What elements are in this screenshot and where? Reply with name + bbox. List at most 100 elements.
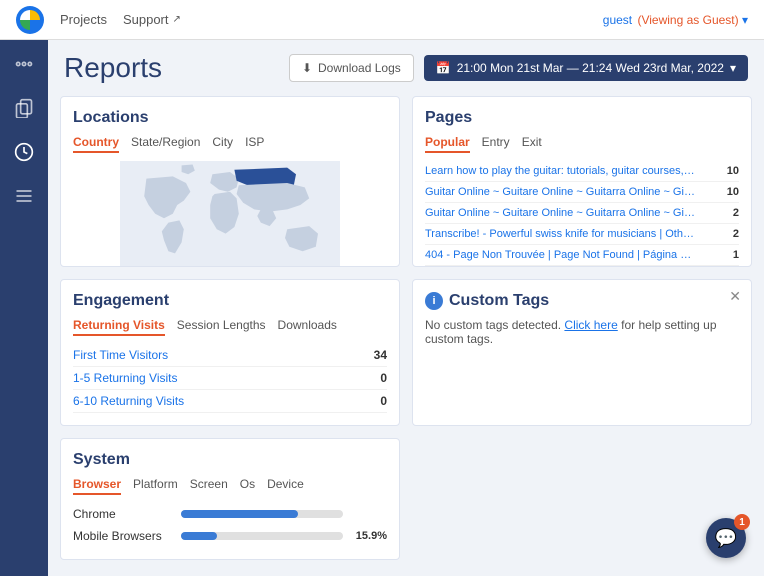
close-button[interactable]: ✕ <box>729 288 741 305</box>
tab-entry[interactable]: Entry <box>482 135 510 153</box>
system-tabs: Browser Platform Screen Os Device <box>73 477 387 495</box>
locations-title: Locations <box>73 109 387 127</box>
system-title: System <box>73 451 387 469</box>
custom-tags-header: i Custom Tags <box>425 292 739 310</box>
nav-support-label: Support <box>123 12 169 27</box>
tab-isp[interactable]: ISP <box>245 135 264 153</box>
tab-screen[interactable]: Screen <box>190 477 228 495</box>
sidebar-icon-home[interactable] <box>12 52 36 76</box>
tab-state-region[interactable]: State/Region <box>131 135 200 153</box>
tab-session-lengths[interactable]: Session Lengths <box>177 318 266 336</box>
date-range-label: 21:00 Mon 21st Mar — 21:24 Wed 23rd Mar,… <box>457 61 724 75</box>
header-controls: ⬇ Download Logs 📅 21:00 Mon 21st Mar — 2… <box>289 54 748 82</box>
date-range-button[interactable]: 📅 21:00 Mon 21st Mar — 21:24 Wed 23rd Ma… <box>424 55 748 81</box>
user-menu[interactable]: guest (Viewing as Guest) ▾ <box>603 13 748 27</box>
custom-tags-message: No custom tags detected. Click here for … <box>425 318 739 346</box>
custom-tags-card: i Custom Tags ✕ No custom tags detected.… <box>412 279 752 426</box>
download-icon: ⬇ <box>302 61 312 75</box>
list-item: Guitar Online ~ Guitare Online ~ Guitarr… <box>425 182 739 203</box>
pages-tab-bar: Popular Entry Exit <box>425 135 739 153</box>
tab-downloads[interactable]: Downloads <box>278 318 337 336</box>
engagement-card: Engagement Returning Visits Session Leng… <box>60 279 400 426</box>
external-link-icon: ↗ <box>173 14 181 25</box>
browser-mobile-bar <box>181 532 217 540</box>
page-count-3: 2 <box>719 228 739 240</box>
calendar-icon: 📅 <box>436 61 451 75</box>
dropdown-icon: ▾ <box>742 13 748 27</box>
browser-mobile-label: Mobile Browsers <box>73 529 173 543</box>
page-header: Reports ⬇ Download Logs 📅 21:00 Mon 21st… <box>48 40 764 96</box>
info-icon: i <box>425 292 443 310</box>
tab-popular[interactable]: Popular <box>425 135 470 153</box>
chevron-down-icon: ▾ <box>730 61 736 75</box>
user-role: (Viewing as Guest) <box>637 13 738 27</box>
custom-tags-title: Custom Tags <box>449 292 549 310</box>
engagement-label-0[interactable]: First Time Visitors <box>73 348 168 362</box>
page-title-2[interactable]: Guitar Online ~ Guitare Online ~ Guitarr… <box>425 207 695 219</box>
list-item: First Time Visitors 34 <box>73 344 387 367</box>
tab-browser[interactable]: Browser <box>73 477 121 495</box>
page-title-4[interactable]: 404 - Page Non Trouvée | Page Not Found … <box>425 249 695 261</box>
pages-card: Pages Popular Entry Exit Learn how to pl… <box>412 96 752 267</box>
main-content: Reports ⬇ Download Logs 📅 21:00 Mon 21st… <box>48 40 764 576</box>
sidebar-icon-list[interactable] <box>12 184 36 208</box>
page-count-0: 10 <box>719 165 739 177</box>
engagement-title: Engagement <box>73 292 387 310</box>
locations-card: Locations Country State/Region City ISP <box>60 96 400 267</box>
browser-mobile-bar-bg <box>181 532 343 540</box>
tab-exit[interactable]: Exit <box>522 135 542 153</box>
engagement-count-1: 0 <box>380 371 387 385</box>
sidebar-icon-copy[interactable] <box>12 96 36 120</box>
browser-chrome-bar-bg <box>181 510 343 518</box>
system-row-mobile: Mobile Browsers 15.9% <box>73 525 387 547</box>
list-item: 6-10 Returning Visits 0 <box>73 390 387 413</box>
page-title-1[interactable]: Guitar Online ~ Guitare Online ~ Guitarr… <box>425 186 695 198</box>
browser-mobile-pct: 15.9% <box>351 530 387 542</box>
browser-chrome-label: Chrome <box>73 507 173 521</box>
engagement-count-2: 0 <box>380 394 387 408</box>
logo-icon <box>16 6 44 34</box>
list-item: 404 - Page Non Trouvée | Page Not Found … <box>425 266 739 267</box>
world-map <box>73 161 387 267</box>
engagement-label-2[interactable]: 6-10 Returning Visits <box>73 394 184 408</box>
tab-os[interactable]: Os <box>240 477 255 495</box>
tab-returning-visits[interactable]: Returning Visits <box>73 318 165 336</box>
page-count-1: 10 <box>719 186 739 198</box>
browser-chrome-bar <box>181 510 298 518</box>
nav-projects[interactable]: Projects <box>60 12 107 27</box>
locations-tab-bar: Country State/Region City ISP <box>73 135 387 153</box>
system-row-chrome: Chrome <box>73 503 387 525</box>
list-item: Learn how to play the guitar: tutorials,… <box>425 161 739 182</box>
tab-platform[interactable]: Platform <box>133 477 178 495</box>
nav-left: Projects Support ↗ <box>16 6 181 34</box>
engagement-count-0: 34 <box>374 348 387 362</box>
engagement-list: First Time Visitors 34 1-5 Returning Vis… <box>73 344 387 413</box>
page-count-4: 1 <box>719 249 739 261</box>
chat-icon: 💬 <box>715 528 737 549</box>
download-logs-button[interactable]: ⬇ Download Logs <box>289 54 414 82</box>
engagement-label-1[interactable]: 1-5 Returning Visits <box>73 371 178 385</box>
tab-country[interactable]: Country <box>73 135 119 153</box>
page-title-0[interactable]: Learn how to play the guitar: tutorials,… <box>425 165 695 177</box>
custom-tags-link[interactable]: Click here <box>564 318 617 332</box>
tab-device[interactable]: Device <box>267 477 304 495</box>
page-title-3[interactable]: Transcribe! - Powerful swiss knife for m… <box>425 228 695 240</box>
page-count-2: 2 <box>719 207 739 219</box>
tab-city[interactable]: City <box>212 135 233 153</box>
sidebar-icon-reports[interactable] <box>12 140 36 164</box>
username: guest <box>603 13 632 27</box>
nav-support[interactable]: Support ↗ <box>123 12 181 27</box>
cards-grid: Locations Country State/Region City ISP <box>48 96 764 572</box>
list-item: Guitar Online ~ Guitare Online ~ Guitarr… <box>425 203 739 224</box>
pages-list: Learn how to play the guitar: tutorials,… <box>425 161 739 267</box>
system-card: System Browser Platform Screen Os Device… <box>60 438 400 560</box>
chat-button[interactable]: 💬 1 <box>706 518 746 558</box>
page-title: Reports <box>64 52 162 84</box>
pages-title: Pages <box>425 109 739 127</box>
list-item: 404 - Page Non Trouvée | Page Not Found … <box>425 245 739 266</box>
list-item: 1-5 Returning Visits 0 <box>73 367 387 390</box>
chat-badge: 1 <box>734 514 750 530</box>
download-label: Download Logs <box>318 61 401 75</box>
engagement-tabs: Returning Visits Session Lengths Downloa… <box>73 318 387 336</box>
sidebar <box>0 40 48 576</box>
